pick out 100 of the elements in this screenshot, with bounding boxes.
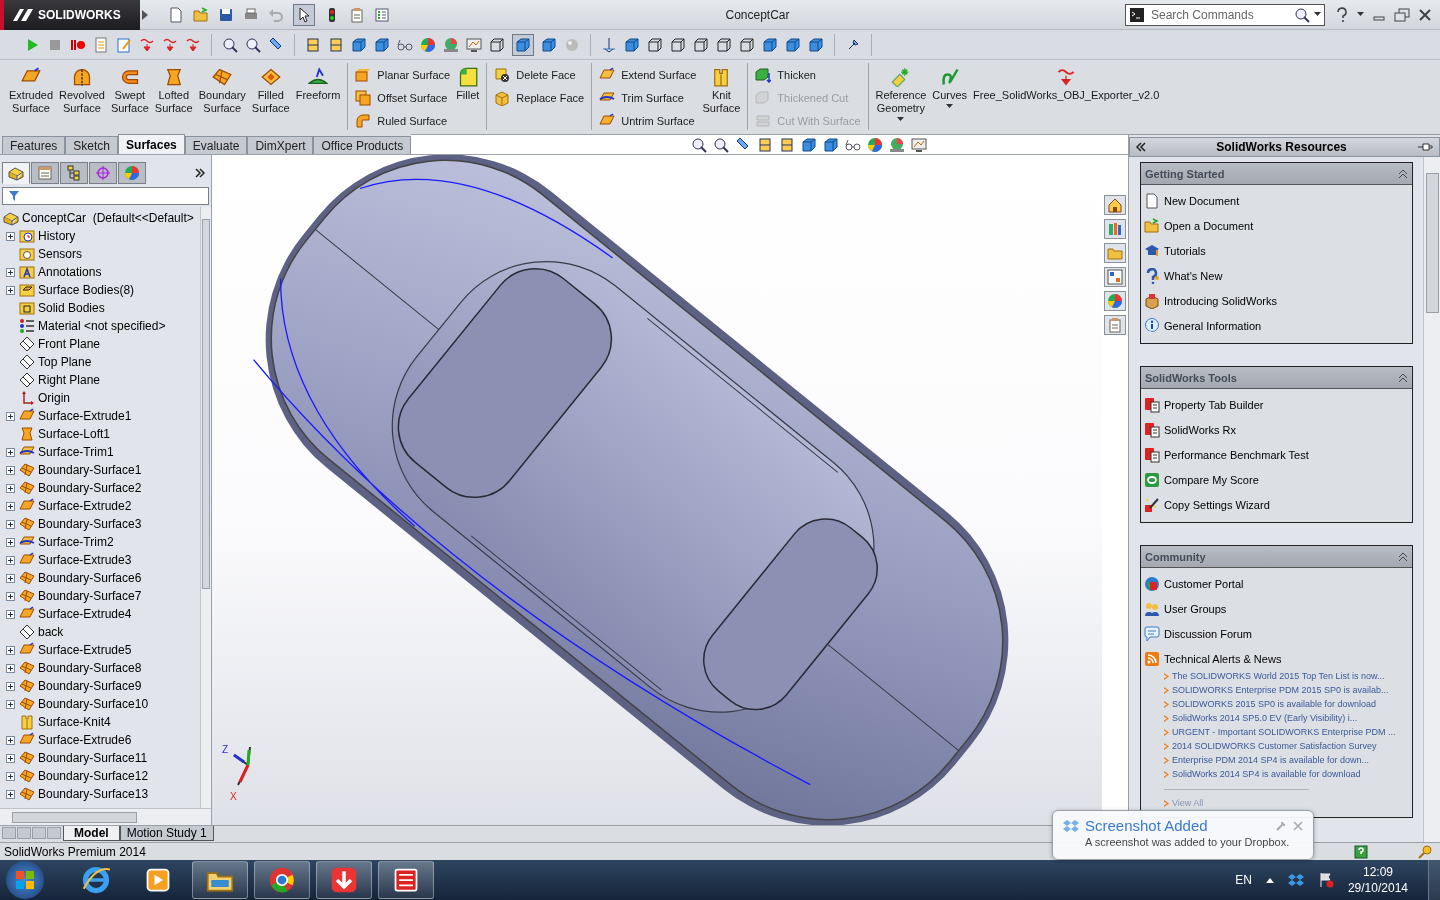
- resource-link[interactable]: Open a Document: [1164, 219, 1254, 232]
- expand-icon[interactable]: [6, 771, 15, 781]
- zoom-icon[interactable]: [222, 36, 238, 53]
- expand-icon[interactable]: [6, 519, 15, 529]
- chevron-icon[interactable]: [1136, 142, 1146, 152]
- tree-item[interactable]: Boundary-Surface7: [38, 589, 142, 603]
- ribbon-button[interactable]: Knit Surface: [699, 63, 744, 119]
- cube-icon[interactable]: [823, 136, 840, 153]
- taskbar-button[interactable]: [378, 861, 434, 899]
- tree-item[interactable]: Surface-Extrude6: [38, 733, 132, 747]
- resource-link[interactable]: New Document: [1164, 194, 1240, 207]
- ribbon-button[interactable]: Trim Surface: [596, 88, 700, 108]
- expand-icon[interactable]: [6, 555, 15, 565]
- expand-icon[interactable]: [6, 645, 15, 655]
- section-header[interactable]: SolidWorks Tools: [1141, 367, 1412, 389]
- wireframe-cube-icon[interactable]: [739, 36, 755, 53]
- model-tab[interactable]: Model: [63, 826, 120, 841]
- manager-tab[interactable]: [31, 162, 59, 184]
- tree-item[interactable]: Boundary-Surface3: [38, 517, 142, 531]
- ribbon-tab[interactable]: DimXpert: [247, 136, 314, 154]
- ribbon-button[interactable]: Offset Surface: [352, 88, 454, 108]
- news-link[interactable]: 2014 SOLIDWORKS Customer Satisfaction Survey: [1172, 741, 1400, 752]
- checklist-icon[interactable]: [374, 6, 390, 23]
- tree-item[interactable]: Surface-Knit4: [38, 715, 111, 729]
- collapse-icon[interactable]: [1398, 168, 1408, 179]
- ribbon-button[interactable]: Free_SolidWorks_OBJ_Exporter_v2.0: [970, 63, 1163, 106]
- tree-item[interactable]: Material <not specified>: [38, 319, 166, 333]
- ribbon-button[interactable]: Revolved Surface: [56, 63, 108, 119]
- ribbon-tab[interactable]: Surfaces: [118, 134, 185, 154]
- close-icon[interactable]: [1418, 7, 1432, 22]
- resource-link[interactable]: Copy Settings Wizard: [1164, 498, 1270, 511]
- ribbon-button[interactable]: Curves: [929, 63, 971, 113]
- tree-item[interactable]: History: [38, 229, 76, 243]
- search-field[interactable]: Search Commands: [1149, 6, 1290, 23]
- tree-item[interactable]: Annotations: [38, 265, 102, 279]
- scrollbar[interactable]: [1423, 157, 1440, 842]
- manager-tab[interactable]: [118, 162, 146, 184]
- section-view-icon[interactable]: [305, 36, 321, 53]
- new-document-icon[interactable]: [168, 6, 184, 23]
- dropbox-icon[interactable]: [1287, 872, 1304, 888]
- resource-link[interactable]: Technical Alerts & News: [1164, 652, 1282, 665]
- tree-item[interactable]: Surface-Extrude5: [38, 643, 132, 657]
- tray-arrow-icon[interactable]: [1265, 877, 1274, 883]
- resource-link[interactable]: SolidWorks Rx: [1164, 423, 1236, 436]
- ribbon-button[interactable]: Extruded Surface: [6, 63, 57, 119]
- zoom-icon[interactable]: [691, 136, 708, 153]
- expand-icon[interactable]: [6, 609, 15, 619]
- news-link[interactable]: SolidWorks 2014 SP4 is available for download: [1172, 769, 1400, 780]
- manager-tab[interactable]: [2, 162, 30, 184]
- side-tab[interactable]: [1104, 219, 1126, 239]
- zoom-icon[interactable]: [245, 36, 261, 53]
- ribbon-button[interactable]: Freeform: [292, 63, 344, 106]
- expand-icon[interactable]: [6, 501, 15, 511]
- ribbon-button[interactable]: Extend Surface: [596, 65, 700, 85]
- show-desktop-button[interactable]: [1428, 860, 1440, 900]
- expand-icon[interactable]: [6, 735, 15, 745]
- resource-link[interactable]: Tutorials: [1164, 244, 1206, 257]
- color-ball-icon[interactable]: [420, 36, 436, 53]
- cube-icon[interactable]: [785, 36, 801, 53]
- tree-item[interactable]: Boundary-Surface12: [38, 769, 149, 783]
- cube-icon[interactable]: [374, 36, 390, 53]
- zoom-icon[interactable]: [713, 136, 730, 153]
- tree-item[interactable]: Surface-Extrude4: [38, 607, 132, 621]
- taskbar-button[interactable]: [254, 861, 310, 899]
- resource-link[interactable]: What's New: [1164, 269, 1223, 282]
- cube-icon[interactable]: [801, 136, 818, 153]
- expand-icon[interactable]: [6, 285, 15, 295]
- ribbon-button[interactable]: Delete Face: [491, 65, 588, 85]
- cube-icon[interactable]: [808, 36, 824, 53]
- ribbon-button[interactable]: Planar Surface: [352, 65, 454, 85]
- ribbon-button[interactable]: Lofted Surface: [151, 63, 196, 119]
- filter-field[interactable]: [2, 187, 209, 205]
- expand-icon[interactable]: [6, 537, 15, 547]
- side-tab[interactable]: [1104, 315, 1126, 335]
- resource-link[interactable]: Introducing SolidWorks: [1164, 294, 1277, 307]
- tree-item[interactable]: Right Plane: [38, 373, 101, 387]
- scrollbar[interactable]: [0, 808, 211, 825]
- tree-item[interactable]: back: [38, 625, 64, 639]
- tree-item[interactable]: Boundary-Surface2: [38, 481, 142, 495]
- resource-link[interactable]: Discussion Forum: [1164, 627, 1253, 640]
- tree-item[interactable]: Surface Bodies(8): [38, 283, 135, 297]
- manager-tab[interactable]: [89, 162, 117, 184]
- collapse-icon[interactable]: [1398, 372, 1408, 383]
- ribbon-tab[interactable]: Features: [2, 136, 66, 154]
- expand-menu-icon[interactable]: [142, 9, 148, 20]
- help-icon[interactable]: [1335, 6, 1349, 23]
- side-tab[interactable]: [1104, 267, 1126, 287]
- export-arrow-icon[interactable]: [162, 36, 178, 53]
- collapse-icon[interactable]: [1398, 551, 1408, 562]
- expand-icon[interactable]: [6, 753, 15, 763]
- expand-icon[interactable]: [6, 483, 15, 493]
- ribbon-button[interactable]: Untrim Surface: [596, 111, 700, 131]
- wireframe-cube-icon[interactable]: [647, 36, 663, 53]
- section-view-icon[interactable]: [328, 36, 344, 53]
- tree-item[interactable]: Surface-Extrude3: [38, 553, 132, 567]
- wireframe-cube-icon[interactable]: [716, 36, 732, 53]
- expand-icon[interactable]: [6, 789, 15, 799]
- scrollbar[interactable]: [200, 207, 211, 808]
- ribbon-button[interactable]: Thicken: [752, 65, 864, 85]
- expand-icon[interactable]: [6, 681, 15, 691]
